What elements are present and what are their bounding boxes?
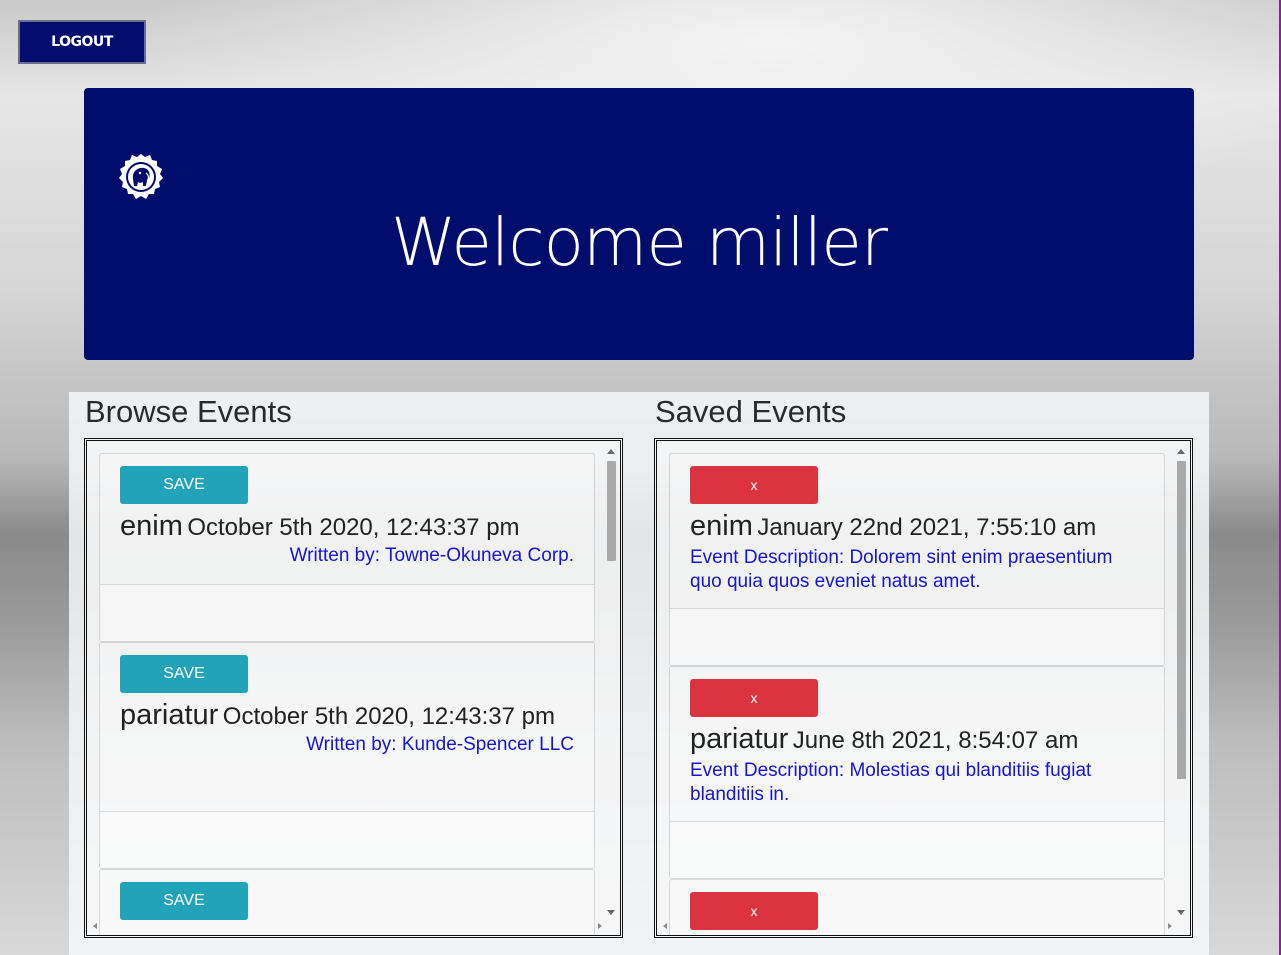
event-heading: pariatur October 5th 2020, 12:43:37 pm	[120, 697, 560, 733]
horizontal-scrollbar[interactable]	[89, 921, 604, 933]
elephant-seal-icon	[119, 154, 163, 199]
event-author: Written by: Towne-Okuneva Corp.	[289, 545, 574, 567]
event-name: enim	[690, 510, 753, 542]
horizontal-scrollbar[interactable]	[659, 921, 1174, 933]
welcome-banner: Welcome miller	[84, 88, 1194, 360]
saved-events-title: Saved Events	[655, 394, 847, 429]
scrollbar-thumb[interactable]	[1177, 461, 1186, 779]
event-author: Written by: Kunde-Spencer LLC	[306, 734, 574, 756]
scroll-right-arrow-icon[interactable]	[598, 923, 602, 929]
remove-button[interactable]: x	[690, 679, 818, 717]
save-button[interactable]: SAVE	[120, 466, 248, 504]
scroll-left-arrow-icon[interactable]	[663, 923, 667, 929]
card-footer	[670, 821, 1164, 878]
saved-event-card: x enim January 22nd 2021, 7:55:10 am Eve…	[669, 453, 1165, 666]
browse-events-title: Browse Events	[85, 394, 292, 429]
event-card: SAVE pariatur October 5th 2020, 12:43:37…	[99, 642, 595, 869]
logout-button[interactable]: LOGOUT	[18, 20, 146, 64]
event-card: SAVE enim October 5th 2020, 12:43:37 pm …	[99, 453, 595, 642]
event-date: January 22nd 2021, 7:55:10 am	[757, 514, 1097, 541]
scroll-down-arrow-icon[interactable]	[1177, 910, 1185, 915]
scroll-up-arrow-icon[interactable]	[607, 449, 615, 454]
vertical-scrollbar[interactable]	[1174, 443, 1188, 921]
event-heading: pariatur June 8th 2021, 8:54:07 am	[690, 721, 1144, 757]
browse-events-panel[interactable]: SAVE enim October 5th 2020, 12:43:37 pm …	[84, 438, 623, 938]
scroll-down-arrow-icon[interactable]	[607, 910, 615, 915]
save-button[interactable]: SAVE	[120, 882, 248, 920]
scroll-right-arrow-icon[interactable]	[1168, 923, 1172, 929]
card-footer	[100, 584, 594, 641]
event-heading: enim October 5th 2020, 12:43:37 pm	[120, 508, 574, 544]
event-name: enim	[120, 510, 183, 542]
remove-button[interactable]: x	[690, 466, 818, 504]
scroll-up-arrow-icon[interactable]	[1177, 449, 1185, 454]
scrollbar-thumb[interactable]	[607, 461, 616, 561]
welcome-title: Welcome miller	[391, 204, 888, 281]
event-name: pariatur	[690, 723, 789, 755]
browse-events-list: SAVE enim October 5th 2020, 12:43:37 pm …	[99, 453, 595, 935]
card-footer	[670, 608, 1164, 665]
saved-events-panel[interactable]: x enim January 22nd 2021, 7:55:10 am Eve…	[654, 438, 1193, 938]
card-footer	[100, 811, 594, 868]
events-section: Browse Events Saved Events SAVE enim Oct…	[69, 392, 1209, 955]
saved-events-list: x enim January 22nd 2021, 7:55:10 am Eve…	[669, 453, 1165, 935]
event-date: October 5th 2020, 12:43:37 pm	[187, 514, 520, 541]
event-name: pariatur	[120, 699, 219, 731]
event-date: October 5th 2020, 12:43:37 pm	[222, 703, 556, 730]
event-heading: enim January 22nd 2021, 7:55:10 am	[690, 508, 1144, 544]
saved-event-card: x pariatur June 8th 2021, 8:54:07 am Eve…	[669, 666, 1165, 879]
event-date: June 8th 2021, 8:54:07 am	[792, 727, 1079, 754]
scroll-left-arrow-icon[interactable]	[93, 923, 97, 929]
save-button[interactable]: SAVE	[120, 655, 248, 693]
vertical-scrollbar[interactable]	[604, 443, 618, 921]
event-description: Event Description: Dolorem sint enim pra…	[690, 547, 1113, 593]
event-description: Event Description: Molestias qui blandit…	[690, 760, 1092, 806]
